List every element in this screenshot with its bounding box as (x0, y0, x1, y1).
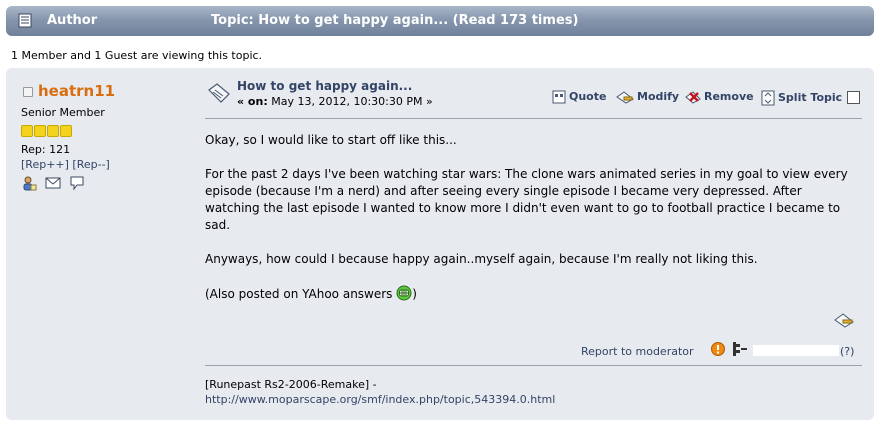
ip-help-link[interactable]: (?) (840, 345, 854, 358)
remove-button[interactable]: Remove (685, 90, 754, 104)
star-icon (34, 125, 46, 137)
member-group: Senior Member (21, 106, 105, 119)
message-icon (208, 83, 230, 103)
post-date-prefix: « on: (237, 95, 268, 108)
post-date: « on: May 13, 2012, 10:30:30 PM » (237, 95, 433, 108)
post-last-line: (Also posted on YAhoo answers (205, 287, 393, 301)
remove-icon (685, 91, 701, 104)
signature-text: [Runepast Rs2-2006-Remake] - (205, 378, 377, 391)
quote-label: Quote (569, 90, 607, 103)
poster-username[interactable]: heatrn11 (38, 82, 115, 100)
member-stars (21, 125, 191, 138)
divider (205, 118, 862, 119)
post-subject[interactable]: How to get happy again... (237, 79, 412, 93)
reputation: Rep: 121 (21, 143, 71, 156)
email-icon[interactable] (45, 176, 61, 193)
post-date-value: May 13, 2012, 10:30:30 PM » (271, 95, 433, 108)
post-body: Okay, so I would like to start off like … (205, 132, 855, 320)
split-icon (761, 90, 775, 106)
document-icon (18, 13, 32, 28)
topic-header-bar: Author Topic: How to get happy again... … (6, 6, 874, 36)
signature-divider (205, 365, 862, 366)
post-paragraph: Okay, so I would like to start off like … (205, 133, 457, 147)
post-paragraph: Anyways, how could I because happy again… (205, 252, 758, 266)
poster-info: heatrn11 Senior Member Rep: 121 [Rep++] … (21, 82, 191, 193)
profile-icon[interactable] (21, 175, 37, 194)
post-paragraph-last: (Also posted on YAhoo answers ) (205, 285, 417, 301)
split-topic-button[interactable]: Split Topic (761, 90, 842, 106)
split-topic-label: Split Topic (778, 91, 843, 104)
grin-smiley-icon (396, 285, 412, 301)
signature-link[interactable]: http://www.moparscape.org/smf/index.php/… (205, 393, 555, 406)
remove-label: Remove (704, 90, 754, 103)
star-icon (21, 125, 33, 137)
author-column-label: Author (47, 13, 98, 28)
report-to-moderator-link[interactable]: Report to moderator (581, 345, 694, 358)
star-icon (60, 125, 72, 137)
offline-status-icon (23, 87, 33, 97)
star-icon (47, 125, 59, 137)
post-container: heatrn11 Senior Member Rep: 121 [Rep++] … (6, 68, 874, 420)
viewing-status: 1 Member and 1 Guest are viewing this to… (11, 49, 263, 62)
ip-address-redacted (753, 345, 839, 356)
rep-minus-link[interactable]: [Rep--] (72, 158, 109, 171)
ip-address-icon (733, 342, 747, 356)
select-post-checkbox[interactable] (847, 91, 860, 104)
modify-inline-icon[interactable] (834, 312, 854, 328)
modify-label: Modify (637, 90, 680, 103)
topic-title: Topic: How to get happy again... (Read 1… (211, 13, 579, 28)
quote-button[interactable]: Quote (552, 90, 606, 104)
post-paragraph: For the past 2 days I've been watching s… (205, 167, 848, 232)
warning-icon (711, 342, 725, 356)
modify-icon (616, 91, 634, 104)
personal-message-icon[interactable] (69, 175, 85, 194)
rep-plus-link[interactable]: [Rep++] (21, 158, 69, 171)
quote-icon (552, 90, 566, 104)
modify-button[interactable]: Modify (616, 90, 679, 104)
